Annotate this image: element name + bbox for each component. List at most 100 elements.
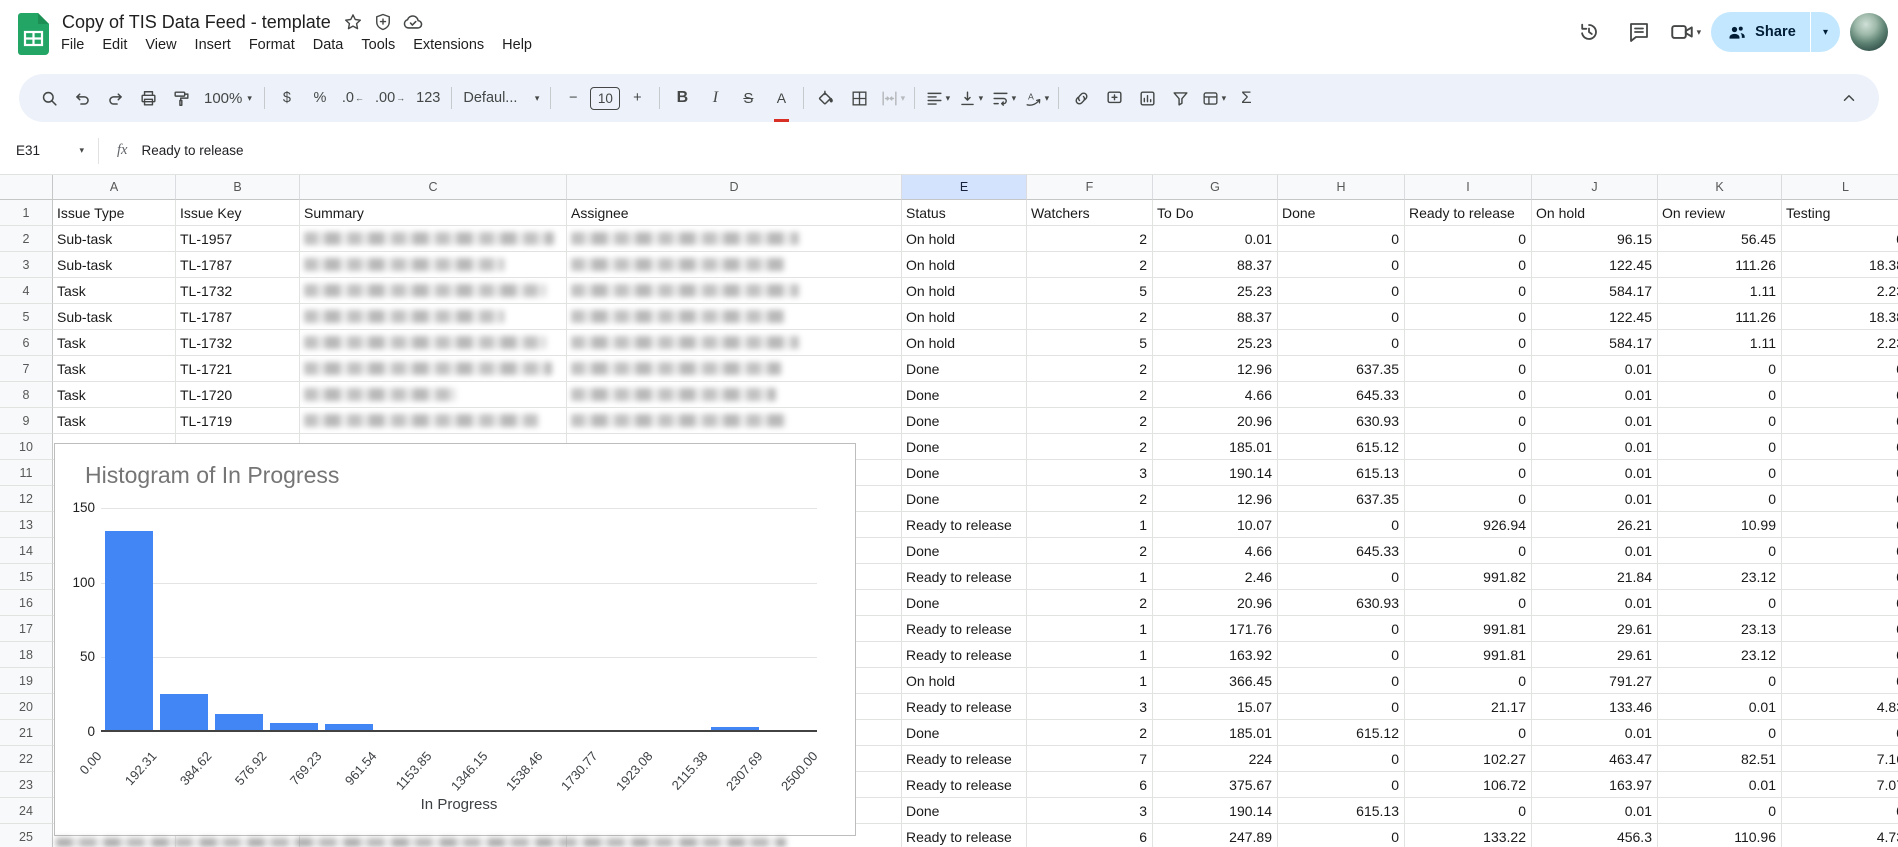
insert-comment-button[interactable] [1098,82,1130,114]
row-header-5[interactable]: 5 [0,304,53,330]
cell-G18[interactable]: 163.92 [1153,642,1278,668]
cell-H13[interactable]: 0 [1278,512,1405,538]
cell-J8[interactable]: 0.01 [1532,382,1658,408]
cell-I9[interactable]: 0 [1405,408,1532,434]
cell-F13[interactable]: 1 [1027,512,1153,538]
table-views-button[interactable]: ▾ [1197,82,1229,114]
cell-F1[interactable]: Watchers [1027,200,1153,226]
menu-tools[interactable]: Tools [352,34,404,56]
cell-J24[interactable]: 0.01 [1532,798,1658,824]
cell-I8[interactable]: 0 [1405,382,1532,408]
row-header-24[interactable]: 24 [0,798,53,824]
cell-I1[interactable]: Ready to release [1405,200,1532,226]
cell-D3[interactable] [567,252,902,278]
cell-J21[interactable]: 0.01 [1532,720,1658,746]
cell-L17[interactable]: 0 [1782,616,1898,642]
cell-J22[interactable]: 463.47 [1532,746,1658,772]
sheets-logo-icon[interactable] [18,13,49,55]
column-header-B[interactable]: B [176,175,300,200]
cell-F5[interactable]: 2 [1027,304,1153,330]
cell-G9[interactable]: 20.96 [1153,408,1278,434]
cell-K14[interactable]: 0 [1658,538,1782,564]
menu-format[interactable]: Format [240,34,304,56]
cell-I18[interactable]: 991.81 [1405,642,1532,668]
cell-F16[interactable]: 2 [1027,590,1153,616]
undo-button[interactable] [66,82,98,114]
cell-K19[interactable]: 0 [1658,668,1782,694]
cell-L11[interactable]: 0 [1782,460,1898,486]
cell-F24[interactable]: 3 [1027,798,1153,824]
cell-D9[interactable] [567,408,902,434]
cell-E3[interactable]: On hold [902,252,1027,278]
cell-B5[interactable]: TL-1787 [176,304,300,330]
share-button[interactable]: Share [1711,12,1810,52]
format-currency-button[interactable]: $ [271,82,303,114]
menu-view[interactable]: View [136,34,185,56]
cell-J25[interactable]: 456.3 [1532,824,1658,847]
column-header-J[interactable]: J [1532,175,1658,200]
cell-E7[interactable]: Done [902,356,1027,382]
cell-I17[interactable]: 991.81 [1405,616,1532,642]
name-box-caret-icon[interactable]: ▾ [79,146,84,155]
cell-L6[interactable]: 2.23 [1782,330,1898,356]
formula-input[interactable]: Ready to release [141,143,243,158]
cell-G17[interactable]: 171.76 [1153,616,1278,642]
cell-E23[interactable]: Ready to release [902,772,1027,798]
insert-chart-button[interactable] [1131,82,1163,114]
row-header-15[interactable]: 15 [0,564,53,590]
cell-H10[interactable]: 615.12 [1278,434,1405,460]
cell-J3[interactable]: 122.45 [1532,252,1658,278]
cell-B3[interactable]: TL-1787 [176,252,300,278]
cell-J20[interactable]: 133.46 [1532,694,1658,720]
embedded-chart[interactable]: Histogram of In Progress 0 50 100 150 0.00 19… [54,443,856,836]
cell-F17[interactable]: 1 [1027,616,1153,642]
cell-F25[interactable]: 6 [1027,824,1153,847]
cell-F14[interactable]: 2 [1027,538,1153,564]
cell-J2[interactable]: 96.15 [1532,226,1658,252]
cell-K22[interactable]: 82.51 [1658,746,1782,772]
column-header-A[interactable]: A [53,175,176,200]
cell-H20[interactable]: 0 [1278,694,1405,720]
cell-G25[interactable]: 247.89 [1153,824,1278,847]
cell-E1[interactable]: Status [902,200,1027,226]
cell-A2[interactable]: Sub-task [53,226,176,252]
cell-J13[interactable]: 26.21 [1532,512,1658,538]
cell-I13[interactable]: 926.94 [1405,512,1532,538]
row-header-14[interactable]: 14 [0,538,53,564]
cell-I4[interactable]: 0 [1405,278,1532,304]
cell-E9[interactable]: Done [902,408,1027,434]
cell-L8[interactable]: 0 [1782,382,1898,408]
create-filter-button[interactable] [1164,82,1196,114]
row-header-18[interactable]: 18 [0,642,53,668]
horizontal-align-button[interactable]: ▾ [921,82,953,114]
cell-D7[interactable] [567,356,902,382]
cell-D6[interactable] [567,330,902,356]
cell-H7[interactable]: 637.35 [1278,356,1405,382]
cell-F20[interactable]: 3 [1027,694,1153,720]
cell-F18[interactable]: 1 [1027,642,1153,668]
cell-G19[interactable]: 366.45 [1153,668,1278,694]
cell-J1[interactable]: On hold [1532,200,1658,226]
cell-D4[interactable] [567,278,902,304]
cell-I23[interactable]: 106.72 [1405,772,1532,798]
cell-K17[interactable]: 23.13 [1658,616,1782,642]
row-header-16[interactable]: 16 [0,590,53,616]
more-formats-button[interactable]: 123 [411,82,445,114]
cell-H14[interactable]: 645.33 [1278,538,1405,564]
cell-K12[interactable]: 0 [1658,486,1782,512]
cell-H9[interactable]: 630.93 [1278,408,1405,434]
cell-J16[interactable]: 0.01 [1532,590,1658,616]
cell-I12[interactable]: 0 [1405,486,1532,512]
strikethrough-button[interactable]: S [732,82,764,114]
meet-caret-icon[interactable]: ▾ [1697,27,1702,37]
cell-K7[interactable]: 0 [1658,356,1782,382]
cell-F4[interactable]: 5 [1027,278,1153,304]
cell-L22[interactable]: 7.16 [1782,746,1898,772]
cell-H5[interactable]: 0 [1278,304,1405,330]
cell-I19[interactable]: 0 [1405,668,1532,694]
cell-I21[interactable]: 0 [1405,720,1532,746]
cell-B8[interactable]: TL-1720 [176,382,300,408]
cell-F3[interactable]: 2 [1027,252,1153,278]
cell-E24[interactable]: Done [902,798,1027,824]
cell-G24[interactable]: 190.14 [1153,798,1278,824]
